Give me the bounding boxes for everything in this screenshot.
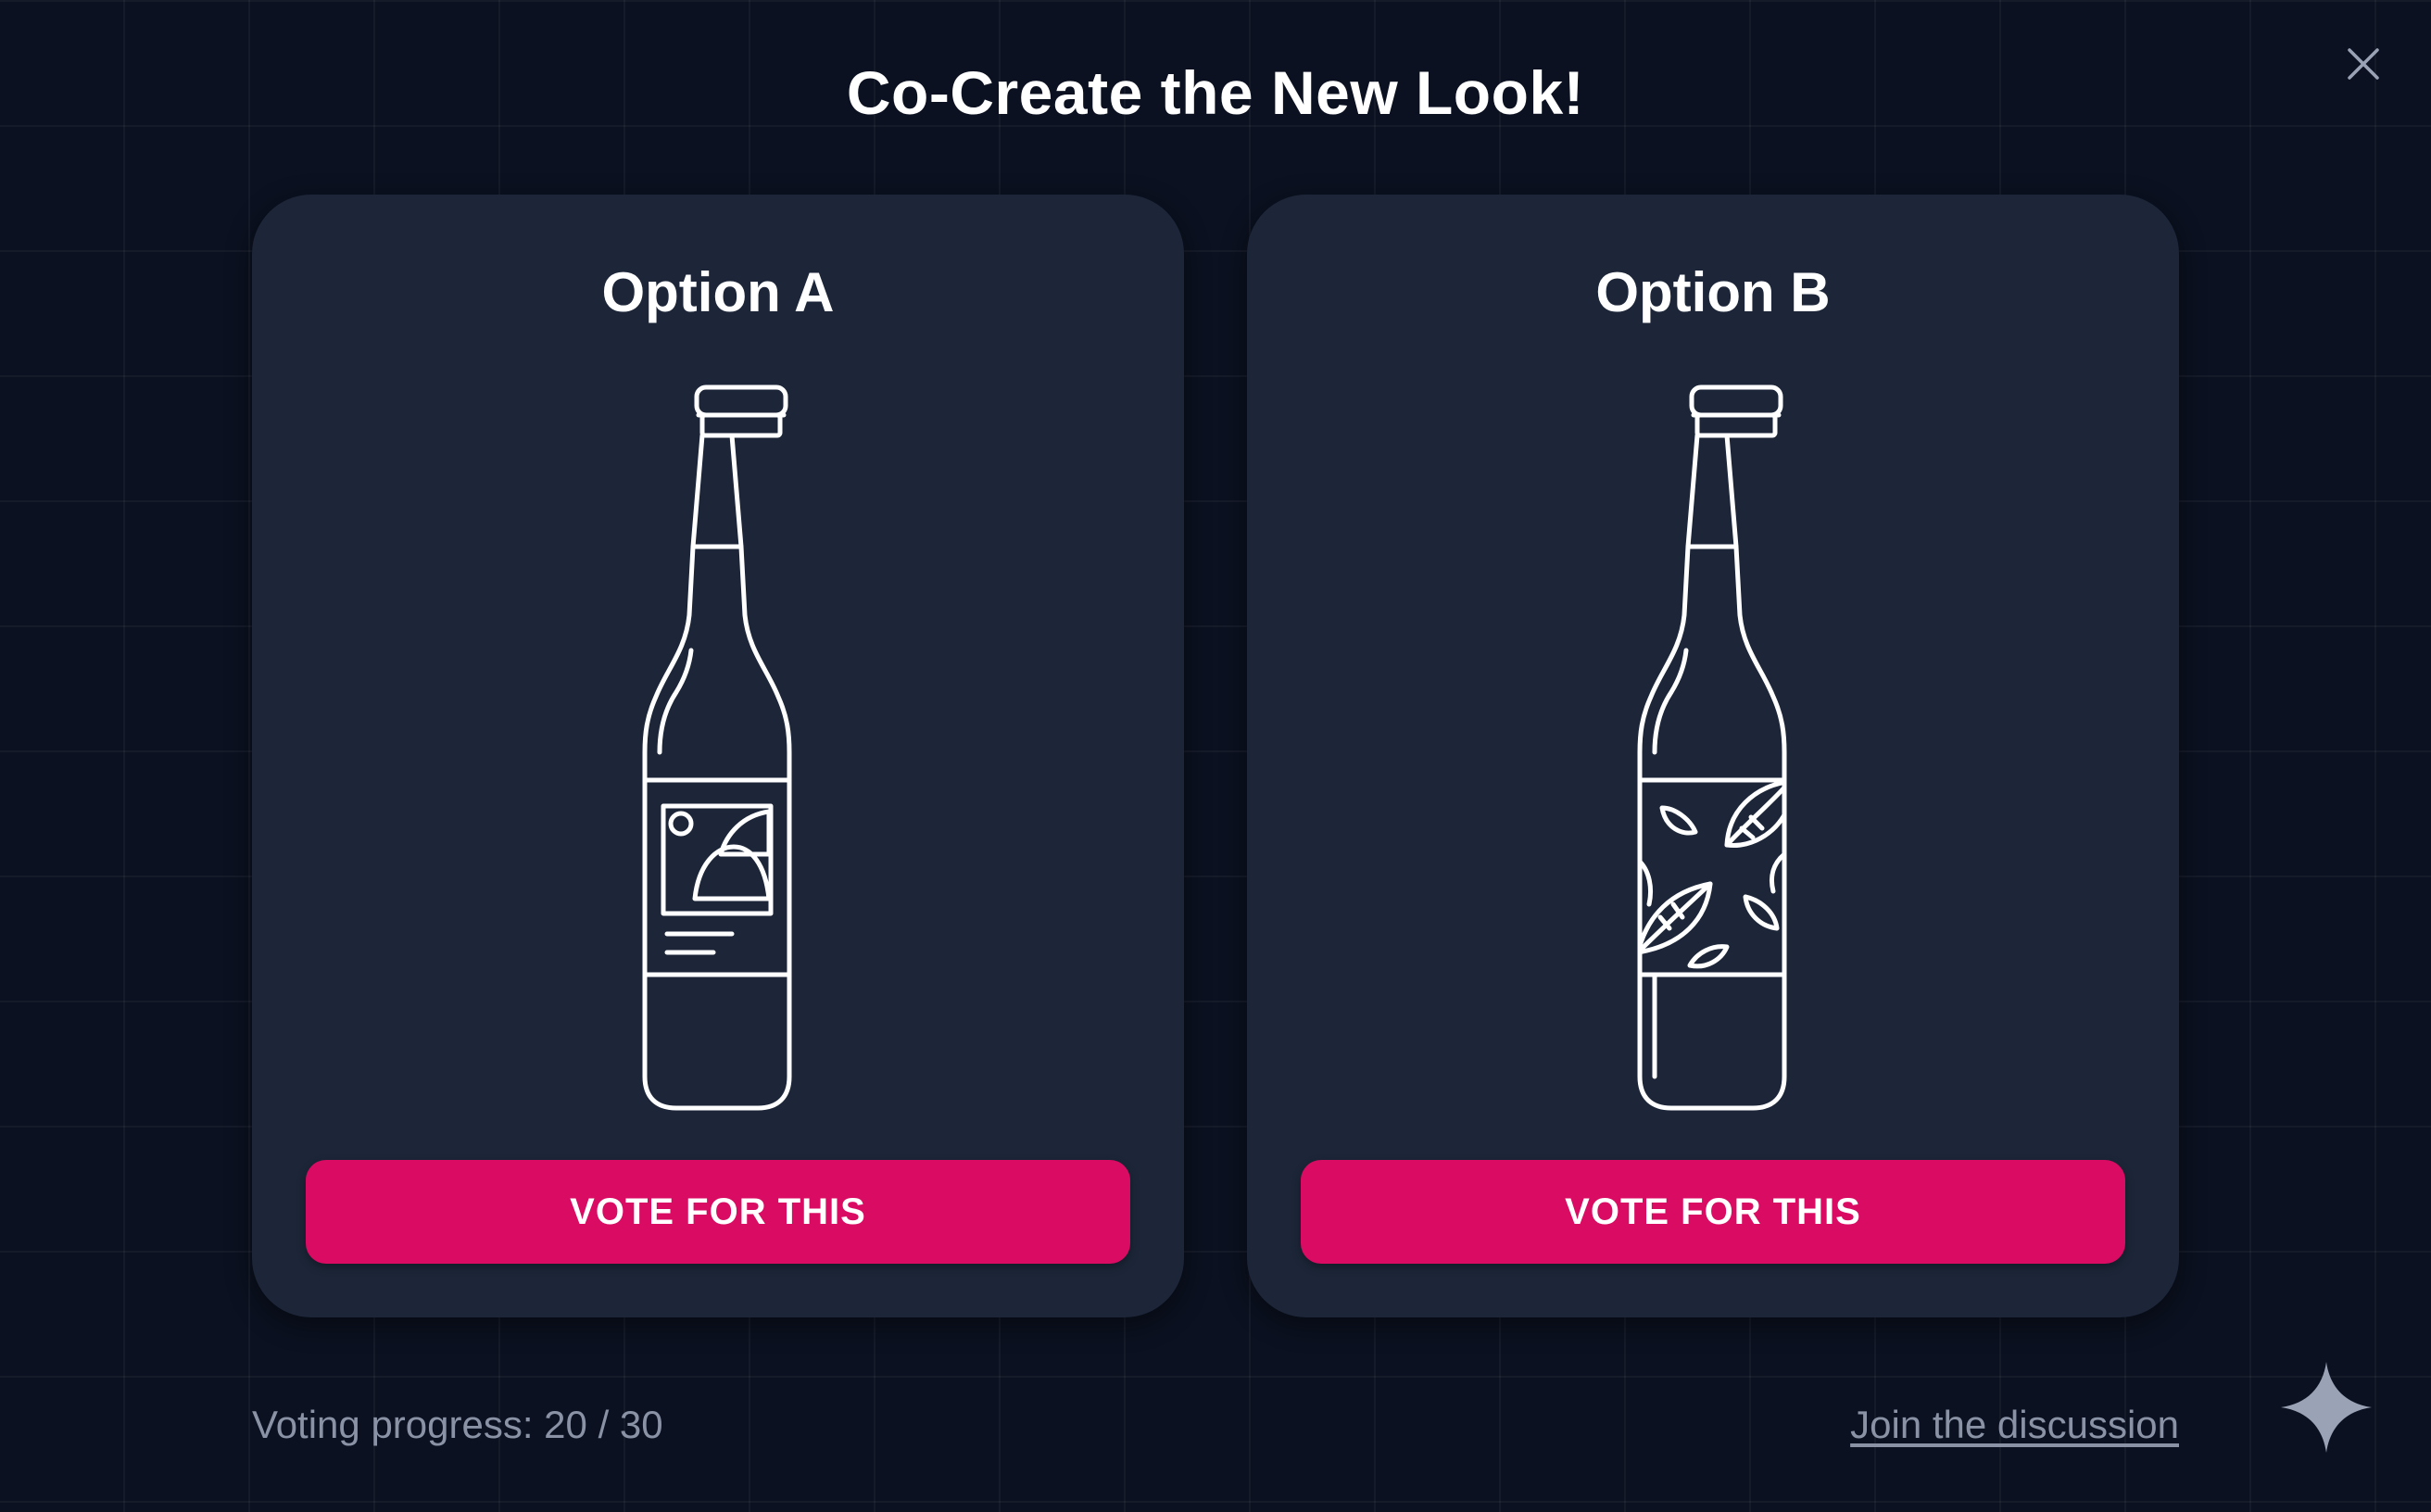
close-icon (2348, 48, 2379, 80)
vote-button-a[interactable]: VOTE FOR THIS (306, 1160, 1130, 1264)
close-button[interactable] (2340, 41, 2387, 87)
join-discussion-link[interactable]: Join the discussion (1850, 1401, 2179, 1449)
option-card-a: Option A VOTE FOR THIS (252, 195, 1184, 1317)
page-title: Co-Create the New Look! (846, 58, 1585, 127)
option-title: Option B (1595, 261, 1831, 323)
option-card-b: Option B VOTE FOR THIS (1247, 195, 2179, 1317)
option-title: Option A (601, 261, 835, 323)
voting-progress: Voting progress: 20 / 30 (252, 1403, 663, 1446)
bottle-landscape-icon (642, 384, 792, 1111)
sparkle-button[interactable] (2279, 1360, 2374, 1455)
bottle-illustration-a (602, 372, 834, 1114)
bottle-leaf-icon (1637, 384, 1787, 1111)
bottle-illustration-b (1597, 372, 1829, 1114)
voting-modal: Co-Create the New Look! Option A VOTE FO… (0, 0, 2431, 1512)
sparkle-icon (2281, 1362, 2372, 1453)
vote-button-b[interactable]: VOTE FOR THIS (1301, 1160, 2125, 1264)
